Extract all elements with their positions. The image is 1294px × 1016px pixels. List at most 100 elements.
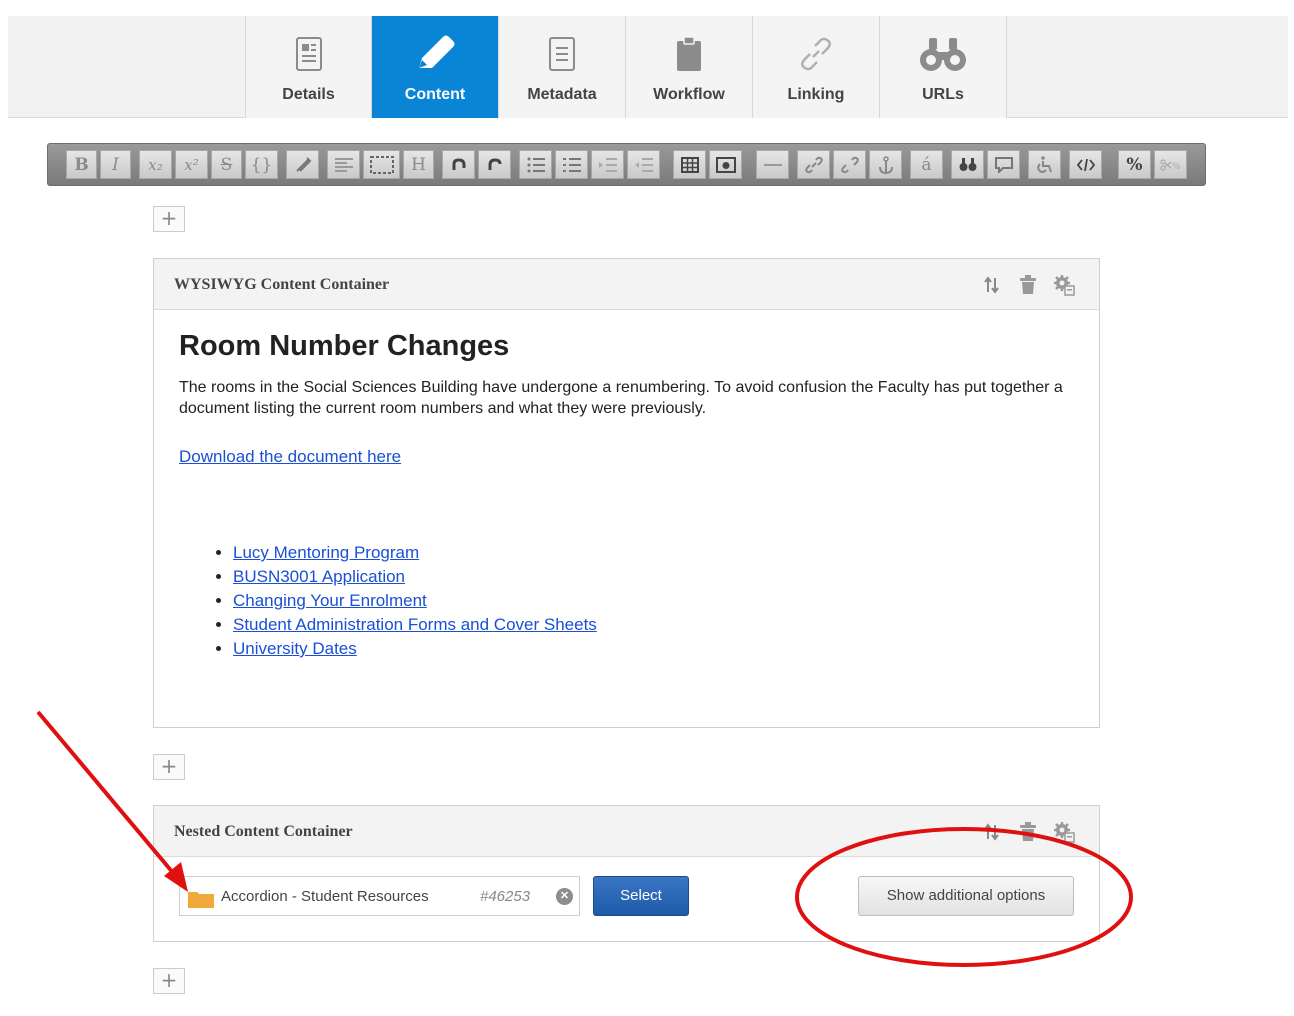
asset-id: #46253 [480, 888, 531, 905]
clear-icon[interactable]: ✕ [556, 888, 573, 905]
pencil-icon [372, 34, 498, 74]
tab-metadata[interactable]: Metadata [499, 16, 626, 118]
resource-link[interactable]: University Dates [233, 639, 357, 658]
unlink-icon [840, 156, 859, 173]
content-paragraph: The rooms in the Social Sciences Buildin… [179, 379, 1063, 417]
trash-icon[interactable] [1017, 821, 1039, 843]
resource-link[interactable]: Lucy Mentoring Program [233, 543, 419, 562]
list-item: BUSN3001 Application [233, 565, 1074, 589]
tab-label: Linking [787, 86, 845, 103]
nested-container: Nested Content Container Accordion - Stu… [153, 805, 1100, 942]
tab-label: Metadata [527, 86, 597, 103]
reorder-icon[interactable] [981, 821, 1003, 843]
insert-link-button[interactable] [797, 150, 830, 179]
superscript-button[interactable]: x² [175, 150, 208, 179]
select-button[interactable]: Select [593, 876, 689, 916]
speech-bubble-icon [994, 156, 1013, 173]
settings-gear-icon[interactable] [1053, 821, 1075, 843]
outdent-button[interactable] [627, 150, 660, 179]
folder-icon [188, 892, 214, 908]
tab-linking[interactable]: Linking [753, 16, 880, 118]
subscript-button[interactable]: x₂ [139, 150, 172, 179]
italic-button[interactable]: I [100, 150, 131, 179]
undo-button[interactable] [442, 150, 475, 179]
align-button[interactable] [327, 150, 360, 179]
unlink-button[interactable] [833, 150, 866, 179]
resource-link-list: Lucy Mentoring Program BUSN3001 Applicat… [233, 541, 1074, 661]
tab-urls[interactable]: URLs [880, 16, 1007, 118]
dashed-box-icon [369, 155, 394, 174]
tab-content[interactable]: Content [372, 16, 499, 118]
trash-icon[interactable] [1017, 274, 1039, 296]
keyword-button[interactable]: % [1118, 150, 1151, 179]
anchor-icon [878, 155, 893, 174]
list-item: Changing Your Enrolment [233, 589, 1074, 613]
add-container-button[interactable]: + [153, 206, 185, 232]
code-braces-button[interactable]: {} [245, 150, 278, 179]
show-additional-options-button[interactable]: Show additional options [858, 876, 1074, 916]
indent-button[interactable] [591, 150, 624, 179]
tab-label: URLs [922, 86, 964, 103]
redo-button[interactable] [478, 150, 511, 179]
panel-actions [981, 821, 1075, 843]
scissors-percent-icon: % [1159, 158, 1181, 171]
horizontal-rule-button[interactable] [756, 150, 789, 179]
tab-label: Content [404, 86, 466, 103]
tab-bar: Details Content Metadata Workflow Linkin… [8, 16, 1288, 118]
editor-toolbar: B I x₂ x² S {} H á % % [47, 143, 1206, 186]
code-icon [1076, 158, 1095, 171]
binoculars-icon [959, 157, 976, 171]
resource-link[interactable]: BUSN3001 Application [233, 567, 405, 586]
horizontal-rule-icon [763, 163, 782, 166]
find-button[interactable] [951, 150, 984, 179]
table-icon [680, 156, 699, 173]
numbered-list-button[interactable] [555, 150, 588, 179]
source-code-button[interactable] [1069, 150, 1102, 179]
binoculars-icon [880, 34, 1006, 74]
accessibility-button[interactable] [1028, 150, 1061, 179]
wysiwyg-content[interactable]: Room Number Changes The rooms in the Soc… [154, 310, 1099, 661]
table-button[interactable] [673, 150, 706, 179]
camera-icon [715, 156, 736, 173]
tab-label: Workflow [653, 86, 725, 103]
image-button[interactable] [709, 150, 742, 179]
nested-body: Accordion - Student Resources #46253 ✕ S… [154, 857, 1099, 941]
reorder-icon[interactable] [981, 274, 1003, 296]
metadata-icon [499, 34, 625, 74]
settings-gear-icon[interactable] [1053, 274, 1075, 296]
wheelchair-icon [1036, 155, 1052, 173]
list-item: Lucy Mentoring Program [233, 541, 1074, 565]
comment-button[interactable] [987, 150, 1020, 179]
align-left-icon [334, 157, 353, 172]
panel-header: Nested Content Container [154, 806, 1099, 857]
heading-button[interactable]: H [403, 150, 434, 179]
resource-link[interactable]: Changing Your Enrolment [233, 591, 427, 610]
special-char-button[interactable]: á [910, 150, 943, 179]
add-container-button[interactable]: + [153, 968, 185, 994]
asset-picker-field[interactable]: Accordion - Student Resources #46253 ✕ [179, 876, 580, 916]
download-link[interactable]: Download the document here [179, 447, 401, 467]
tab-workflow[interactable]: Workflow [626, 16, 753, 118]
bullet-list-button[interactable] [519, 150, 552, 179]
tab-details[interactable]: Details [245, 16, 372, 118]
link-icon [753, 34, 879, 74]
panel-title: WYSIWYG Content Container [174, 276, 390, 293]
add-container-button[interactable]: + [153, 754, 185, 780]
strikethrough-button[interactable]: S [211, 150, 242, 179]
clear-format-button[interactable] [286, 150, 319, 179]
anchor-button[interactable] [869, 150, 902, 179]
box-button[interactable] [363, 150, 400, 179]
page: Details Content Metadata Workflow Linkin… [0, 0, 1294, 1016]
keyword-strip-button[interactable]: % [1154, 150, 1187, 179]
resource-link[interactable]: Student Administration Forms and Cover S… [233, 615, 597, 634]
asset-name: Accordion - Student Resources [221, 888, 429, 905]
bullet-list-icon [527, 157, 545, 172]
tab-label: Details [282, 86, 335, 103]
details-icon [246, 34, 371, 74]
svg-text:%: % [1172, 162, 1181, 171]
wysiwyg-container: WYSIWYG Content Container Room Number Ch… [153, 258, 1100, 728]
redo-icon [488, 157, 501, 170]
bold-button[interactable]: B [66, 150, 97, 179]
numbered-list-icon [562, 157, 581, 172]
clipboard-icon [626, 34, 752, 74]
